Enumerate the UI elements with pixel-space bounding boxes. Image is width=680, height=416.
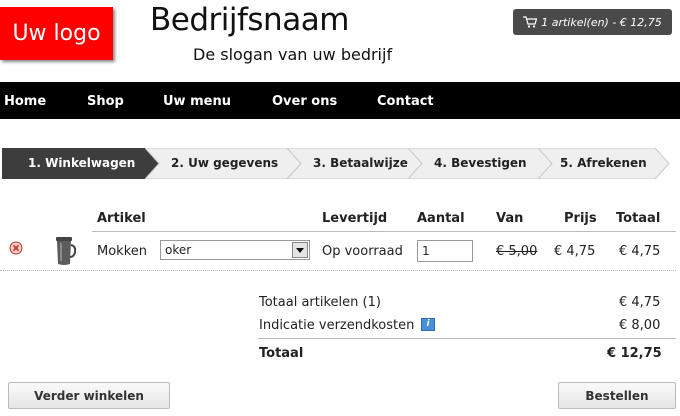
- main-nav: Home Shop Uw menu Over ons Contact: [0, 82, 680, 119]
- col-header-artikel: Artikel: [97, 211, 146, 226]
- chevron-down-icon[interactable]: [292, 242, 308, 258]
- step-afrekenen[interactable]: 5. Afrekenen: [538, 148, 670, 179]
- logo[interactable]: Uw logo: [0, 7, 113, 60]
- slogan: De slogan van uw bedrijf: [193, 45, 393, 64]
- order-button[interactable]: Bestellen: [558, 382, 676, 409]
- step-label: 3. Betaalwijze: [313, 156, 408, 170]
- product-name[interactable]: Mokken: [97, 244, 147, 259]
- nav-item-over-ons[interactable]: Over ons: [272, 94, 337, 109]
- nav-item-home[interactable]: Home: [4, 94, 46, 109]
- total-items-label: Totaal artikelen (1): [259, 295, 381, 310]
- step-label: 2. Uw gegevens: [171, 156, 279, 170]
- selected-option: oker: [165, 243, 192, 257]
- col-header-prijs: Prijs: [564, 211, 597, 226]
- step-label: 1. Winkelwagen: [28, 156, 136, 170]
- step-winkelwagen[interactable]: 1. Winkelwagen: [2, 148, 160, 179]
- mug-icon[interactable]: [53, 235, 77, 271]
- color-option-select[interactable]: oker: [160, 240, 310, 260]
- col-header-levertijd: Levertijd: [322, 211, 388, 226]
- step-label: 5. Afrekenen: [560, 156, 647, 170]
- nav-item-uw-menu[interactable]: Uw menu: [163, 94, 231, 109]
- unit-price: € 4,75: [554, 244, 596, 259]
- totals-divider: [258, 338, 676, 339]
- shipping-value: € 8,00: [619, 318, 661, 333]
- company-name: Bedrijfsnaam: [150, 2, 349, 38]
- step-bevestigen[interactable]: 4. Bevestigen: [408, 148, 558, 179]
- row-total: € 4,75: [619, 244, 661, 259]
- cart-summary-button[interactable]: 1 artikel(en) - € 12,75: [513, 9, 672, 35]
- info-icon[interactable]: i: [421, 318, 435, 331]
- col-header-totaal: Totaal: [616, 211, 661, 226]
- total-items-value: € 4,75: [619, 295, 661, 310]
- delivery-status: Op voorraad: [322, 244, 403, 259]
- col-header-van: Van: [496, 211, 524, 226]
- remove-icon[interactable]: [9, 241, 23, 259]
- table-header-divider: [92, 231, 676, 232]
- grand-total-label: Totaal: [259, 346, 304, 361]
- original-price: € 5,00: [496, 244, 538, 259]
- step-uw-gegevens[interactable]: 2. Uw gegevens: [145, 148, 302, 179]
- quantity-input[interactable]: 1: [417, 240, 473, 262]
- step-label: 4. Bevestigen: [434, 156, 527, 170]
- shipping-label: Indicatie verzendkosten: [259, 318, 415, 333]
- cart-summary-text: 1 artikel(en) - € 12,75: [541, 15, 662, 29]
- continue-shopping-button[interactable]: Verder winkelen: [8, 382, 170, 409]
- row-divider: [0, 270, 676, 271]
- col-header-aantal: Aantal: [417, 211, 465, 226]
- shopping-cart-icon: [523, 16, 538, 28]
- grand-total-value: € 12,75: [607, 346, 662, 361]
- quantity-value: 1: [422, 244, 430, 258]
- nav-item-contact[interactable]: Contact: [377, 94, 434, 109]
- checkout-steps: 1. Winkelwagen 2. Uw gegevens 3. Betaalw…: [2, 148, 670, 179]
- nav-item-shop[interactable]: Shop: [87, 94, 124, 109]
